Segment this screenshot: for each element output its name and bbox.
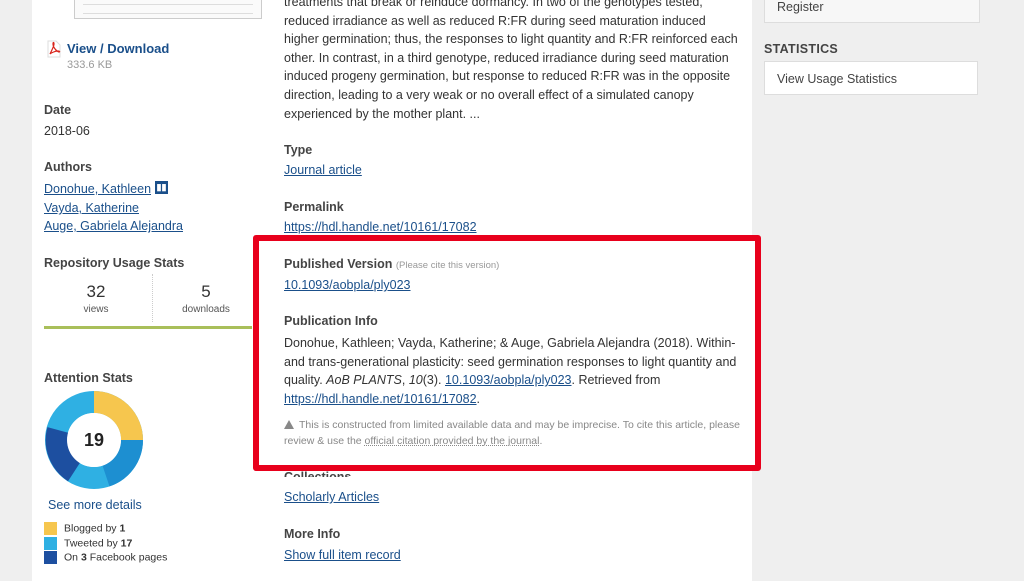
views-unit: views — [83, 304, 109, 315]
collections-label: Collections — [284, 470, 352, 477]
pdf-thumbnail[interactable] — [74, 0, 262, 19]
legend-facebook: On 3 Facebook pages — [44, 551, 167, 564]
publication-info-text: Donohue, Kathleen; Vayda, Katherine; & A… — [284, 336, 737, 406]
downloads-unit: downloads — [182, 304, 230, 315]
abstract-text: treatments that break or reinduce dorman… — [284, 0, 738, 121]
more-info-label: More Info — [284, 527, 341, 541]
authors-label: Authors — [44, 160, 92, 174]
altmetric-score: 19 — [84, 430, 104, 450]
type-link[interactable]: Journal article — [284, 163, 362, 177]
attention-stats-label: Attention Stats — [44, 371, 133, 385]
altmetric-donut[interactable]: 19 — [44, 390, 144, 490]
published-version-label: Published Version (Please cite this vers… — [284, 257, 500, 271]
legend-blogged: Blogged by 1 — [44, 522, 125, 535]
pubinfo-doi-link[interactable]: 10.1093/aobpla/ply023 — [445, 373, 572, 387]
view-download-link[interactable]: View / Download — [67, 41, 169, 56]
pubinfo-handle-link[interactable]: https://hdl.handle.net/10161/17082 — [284, 392, 477, 406]
view-usage-statistics-link[interactable]: View Usage Statistics — [777, 72, 897, 86]
facebook-swatch — [44, 551, 57, 564]
downloads-count: 5 — [201, 282, 211, 301]
views-count: 32 — [86, 282, 106, 301]
citation-disclaimer: This is constructed from limited availab… — [284, 419, 741, 447]
full-item-record-link[interactable]: Show full item record — [284, 548, 401, 562]
published-doi-link[interactable]: 10.1093/aobpla/ply023 — [284, 278, 411, 292]
file-size: 333.6 KB — [67, 59, 113, 71]
usage-stats-label: Repository Usage Stats — [44, 256, 185, 270]
views-stat: 32 views — [44, 274, 148, 326]
date-label: Date — [44, 103, 72, 117]
author-link[interactable]: Donohue, Kathleen — [44, 182, 151, 196]
warning-icon — [284, 420, 294, 429]
usage-stats-box: 32 views 5 downloads — [44, 274, 252, 329]
author-link[interactable]: Auge, Gabriela Alejandra — [44, 219, 183, 233]
permalink-link[interactable]: https://hdl.handle.net/10161/17082 — [284, 220, 477, 234]
date-value: 2018-06 — [44, 124, 90, 138]
legend-tweeted: Tweeted by 17 — [44, 537, 132, 550]
pdf-icon — [47, 40, 61, 58]
downloads-stat: 5 downloads — [154, 274, 258, 326]
twitter-swatch — [44, 537, 57, 550]
permalink-label: Permalink — [284, 200, 344, 214]
type-label: Type — [284, 143, 313, 157]
journal-name: AoB PLANTS — [326, 373, 402, 388]
publication-info-label: Publication Info — [284, 314, 378, 328]
statistics-heading: STATISTICS — [764, 42, 839, 56]
blog-swatch — [44, 522, 57, 535]
journal-volume: 10 — [408, 373, 423, 388]
official-citation-link[interactable]: official citation provided by the journa… — [365, 435, 540, 447]
register-link[interactable]: Register — [777, 0, 824, 14]
collections-link[interactable]: Scholarly Articles — [284, 490, 379, 504]
profile-icon[interactable]: ▮▮ — [155, 181, 168, 194]
author-link[interactable]: Vayda, Katherine — [44, 201, 139, 215]
see-more-details-link[interactable]: See more details — [48, 498, 142, 512]
published-version-note: (Please cite this version) — [395, 260, 500, 271]
